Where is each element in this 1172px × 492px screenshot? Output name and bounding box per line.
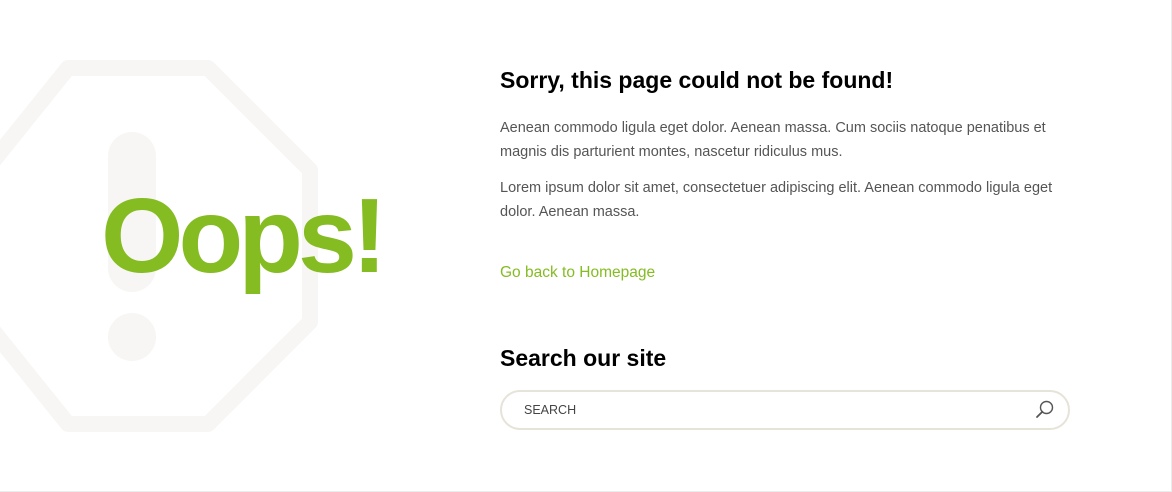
description-paragraph-1: Aenean commodo ligula eget dolor. Aenean… xyxy=(500,120,1046,160)
search-icon xyxy=(1036,400,1054,418)
oops-headline: Oops! xyxy=(101,177,387,295)
error-page: Oops! Sorry, this page could not be foun… xyxy=(0,0,1172,492)
page-title: Sorry, this page could not be found! xyxy=(500,67,894,93)
error-content: Sorry, this page could not be found! Aen… xyxy=(500,64,1070,430)
back-to-homepage-link[interactable]: Go back to Homepage xyxy=(500,261,655,285)
search-button[interactable] xyxy=(1034,399,1056,421)
search-input[interactable] xyxy=(524,392,1004,428)
search-form xyxy=(500,390,1070,430)
search-section-title: Search our site xyxy=(500,345,667,371)
description-paragraph-2: Lorem ipsum dolor sit amet, consectetuer… xyxy=(500,180,1053,220)
